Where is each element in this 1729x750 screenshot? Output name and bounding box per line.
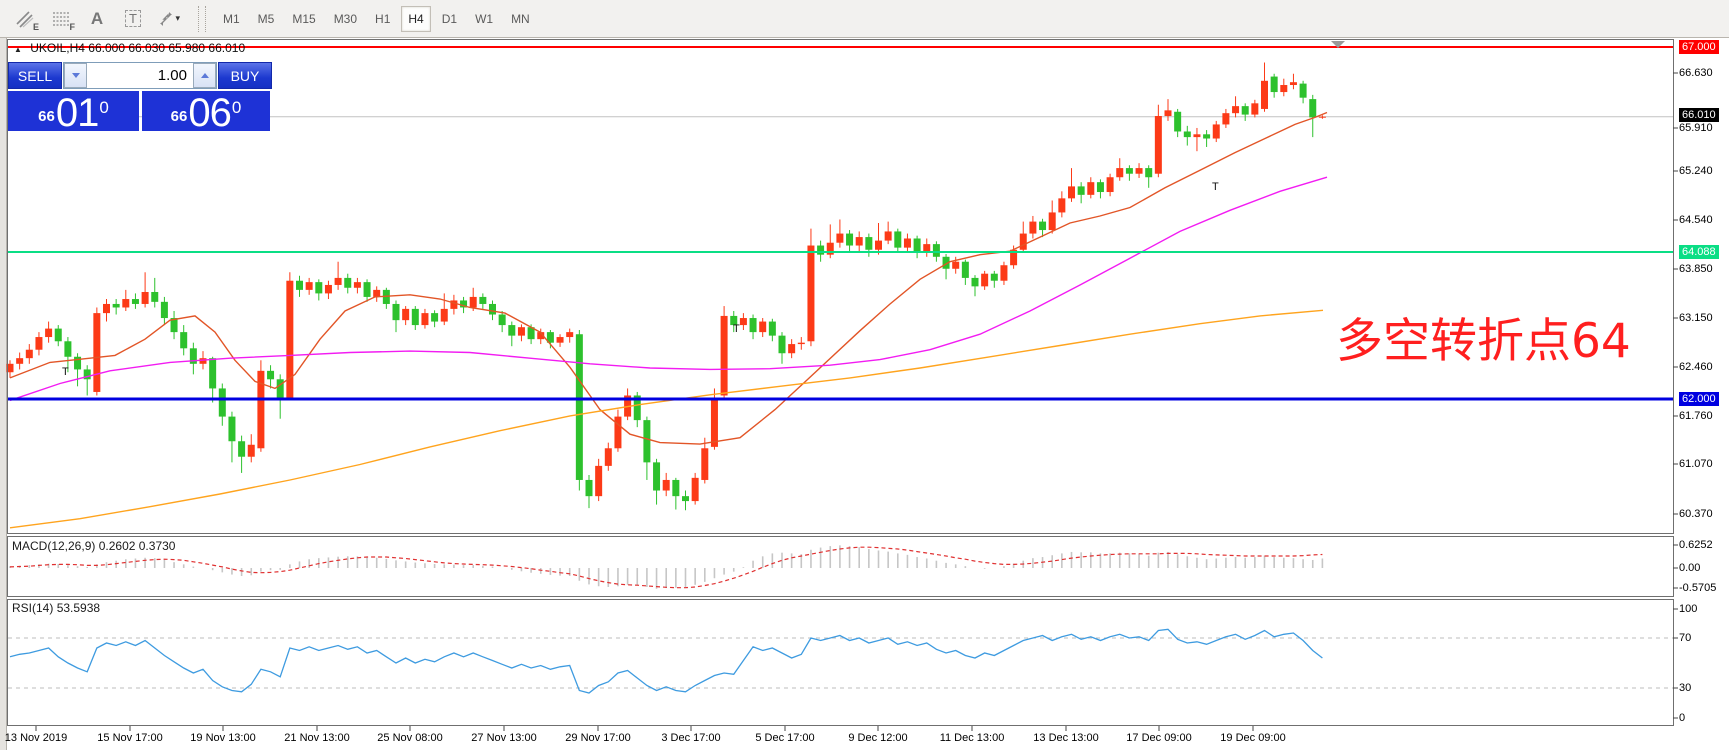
timeframe-button-m5[interactable]: M5 — [251, 6, 282, 32]
timeframe-button-d1[interactable]: D1 — [435, 6, 464, 32]
time-axis-label: 11 Dec 13:00 — [939, 732, 1005, 744]
price-axis-label: 64.540 — [1679, 214, 1713, 226]
buy-price-pips: 06 — [188, 91, 231, 135]
chart-title: ▲ UKOIL,H4 66.000 66.030 65.980 66.010 — [14, 41, 245, 55]
indicator-axis-label: 0 — [1679, 712, 1686, 724]
chart-text-annotation[interactable]: 多空转折点64 — [1336, 302, 1631, 371]
price-axis-label: 66.630 — [1679, 67, 1713, 79]
macd-values: 0.2602 0.3730 — [98, 539, 176, 553]
time-axis-label: 29 Nov 17:00 — [565, 732, 631, 744]
toolbar-separator — [198, 5, 206, 32]
timeframe-button-m1[interactable]: M1 — [216, 6, 247, 32]
timeframe-button-mn[interactable]: MN — [504, 6, 537, 32]
time-axis-label: 13 Nov 2019 — [4, 732, 68, 744]
equidistant-channel-tool-button[interactable]: E — [8, 5, 42, 33]
timeframe-button-h4[interactable]: H4 — [401, 5, 431, 32]
buy-price-major: 66 — [170, 108, 188, 125]
sell-price-pips: 01 — [55, 91, 99, 135]
timeframe-button-h1[interactable]: H1 — [368, 6, 397, 32]
buy-price-tile[interactable]: 66 06 0 — [142, 89, 270, 135]
indicator-axis-label: -0.5705 — [1679, 582, 1717, 594]
indicator-axis-label: 0.00 — [1679, 562, 1701, 574]
triangle-up-icon — [200, 73, 209, 78]
buy-price-point: 0 — [231, 98, 242, 117]
collapse-panel-icon[interactable]: ▲ — [14, 45, 22, 54]
time-axis-label: 5 Dec 17:00 — [755, 732, 815, 744]
time-axis-label: 25 Nov 08:00 — [377, 732, 443, 744]
tool-sub-label: F — [69, 21, 76, 32]
ohlc-readout: 66.000 66.030 65.980 66.010 — [88, 41, 246, 55]
sell-button[interactable]: SELL — [8, 62, 62, 89]
arrows-icon — [160, 11, 172, 26]
time-axis-label: 15 Nov 17:00 — [97, 732, 163, 744]
timeframe-button-w1[interactable]: W1 — [468, 6, 500, 32]
rsi-value: 53.5938 — [56, 601, 101, 615]
time-axis-label: 19 Dec 09:00 — [1220, 732, 1286, 744]
text-label-tool-button[interactable]: T — [116, 5, 150, 33]
indicator-axis-label: 30 — [1679, 682, 1692, 694]
window-left-gutter — [0, 38, 7, 750]
tool-sub-label: E — [32, 21, 39, 32]
one-click-trading-panel: SELL BUY 66 01 0 66 06 0 — [8, 62, 272, 135]
time-axis-label: 13 Dec 13:00 — [1033, 732, 1099, 744]
arrows-tool-button[interactable]: ▾ — [152, 5, 186, 33]
timeframe-button-m15[interactable]: M15 — [285, 6, 322, 32]
indicator-axis-label: 70 — [1679, 632, 1692, 644]
time-axis-label: 21 Nov 13:00 — [284, 732, 350, 744]
price-axis-label: 66.010 — [1679, 108, 1719, 122]
price-axis-label: 65.910 — [1679, 122, 1713, 134]
text-tool-icon: A — [90, 8, 104, 28]
sell-price-point: 0 — [99, 98, 109, 117]
triangle-down-icon — [71, 73, 80, 78]
time-axis-label: 17 Dec 09:00 — [1126, 732, 1192, 744]
price-axis-label: 67.000 — [1679, 40, 1719, 54]
chart-window[interactable] — [0, 38, 1729, 750]
buy-button[interactable]: BUY — [218, 62, 272, 89]
macd-indicator-label: MACD(12,26,9) 0.2602 0.3730 — [12, 539, 176, 553]
chevron-down-icon: ▾ — [175, 13, 180, 23]
rsi-indicator-label: RSI(14) 53.5938 — [12, 601, 101, 615]
volume-decrease-button[interactable] — [64, 63, 87, 88]
time-axis-label: 9 Dec 12:00 — [848, 732, 908, 744]
volume-input[interactable] — [87, 63, 193, 88]
price-axis-label: 61.070 — [1679, 458, 1713, 470]
price-axis-label: 63.150 — [1679, 312, 1713, 324]
price-axis-label: 62.460 — [1679, 361, 1713, 373]
fibonacci-retracement-tool-button[interactable]: F — [44, 5, 78, 33]
text-tool-button[interactable]: A — [80, 5, 114, 33]
time-axis-label: 19 Nov 13:00 — [190, 732, 256, 744]
toolbar: E F A T ▾ M1 M5 M15 M30 H1 H4 D1 W1 MN — [0, 0, 1729, 38]
symbol-timeframe-label: UKOIL,H4 — [30, 41, 85, 55]
indicator-axis-label: 100 — [1679, 603, 1698, 615]
indicator-axis-label: 0.6252 — [1679, 539, 1713, 551]
price-axis-label: 62.000 — [1679, 392, 1719, 406]
volume-increase-button[interactable] — [193, 63, 216, 88]
price-axis-label: 61.760 — [1679, 410, 1713, 422]
time-axis-label: 27 Nov 13:00 — [471, 732, 537, 744]
price-axis-label: 64.088 — [1679, 245, 1719, 259]
fibonacci-retracement-icon — [53, 11, 69, 26]
price-axis-label: 65.240 — [1679, 165, 1713, 177]
text-label-tool-icon: T — [125, 10, 141, 27]
sell-price-major: 66 — [38, 108, 55, 125]
time-axis-label: 3 Dec 17:00 — [661, 732, 721, 744]
volume-stepper — [63, 62, 217, 89]
price-axis-label: 60.370 — [1679, 508, 1713, 520]
price-axis-label: 63.850 — [1679, 263, 1713, 275]
timeframe-button-m30[interactable]: M30 — [327, 6, 364, 32]
sell-price-tile[interactable]: 66 01 0 — [8, 89, 139, 135]
